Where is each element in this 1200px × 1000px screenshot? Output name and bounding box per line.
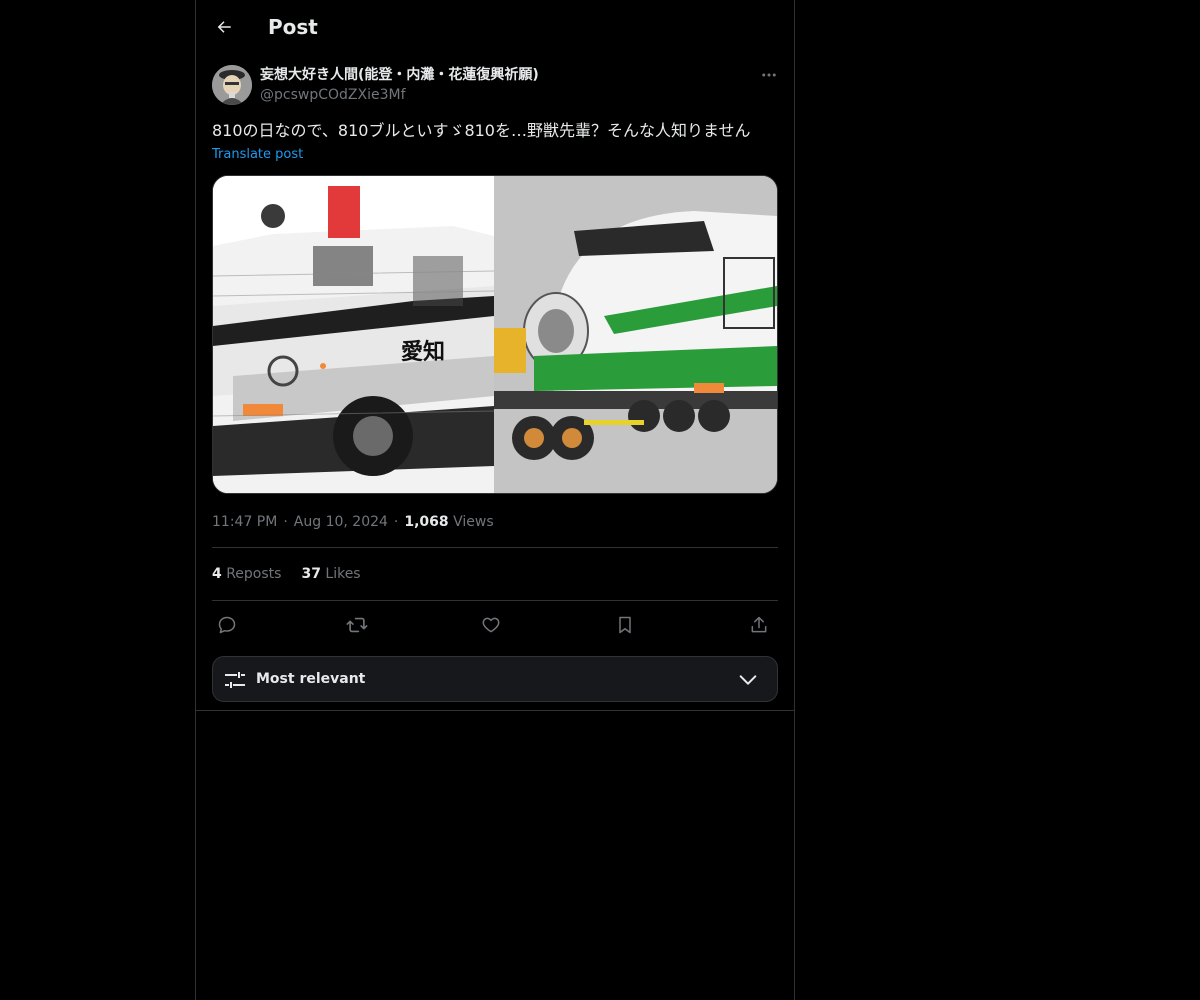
reposts-label: Reposts — [226, 566, 282, 582]
repost-button[interactable] — [344, 612, 370, 638]
share-icon — [751, 616, 767, 633]
bookmark-icon — [619, 616, 631, 634]
reply-sort-dropdown[interactable]: Most relevant — [212, 656, 778, 702]
page-header: Post — [196, 0, 794, 54]
more-options-button[interactable] — [758, 64, 780, 86]
post-actions — [212, 612, 778, 638]
reply-button[interactable] — [214, 612, 240, 638]
reposts-stat[interactable]: 4 Reposts — [212, 564, 281, 584]
likes-stat[interactable]: 37 Likes — [301, 564, 360, 584]
divider — [212, 600, 778, 601]
post-media: 愛知 — [212, 175, 778, 494]
arrow-left-icon — [217, 21, 231, 33]
post-author: 妄想大好き人間(能登・内灘・花蓮復興祈願) @pcswpCOdZXie3Mf — [212, 64, 780, 108]
share-button[interactable] — [746, 612, 772, 638]
sort-label: Most relevant — [256, 671, 366, 687]
translate-post-link[interactable]: Translate post — [212, 146, 303, 164]
like-button[interactable] — [478, 612, 504, 638]
likes-count: 37 — [301, 566, 321, 582]
bookmark-button[interactable] — [612, 612, 638, 638]
car-door-lettering: 愛知 — [401, 339, 445, 365]
post-column: Post 妄想大好き人間(能登・内灘・花蓮復興祈願) @pcswpCOdZXie… — [195, 0, 795, 1000]
sliders-icon — [225, 672, 245, 688]
author-handle[interactable]: @pcswpCOdZXie3Mf — [260, 86, 406, 104]
views-count: 1,068 — [404, 514, 449, 530]
avatar[interactable] — [212, 65, 252, 105]
post-date[interactable]: Aug 10, 2024 — [294, 514, 388, 530]
post-text: 810の日なので、810ブルといすゞ810を…野獣先輩？そんな人知りません — [212, 121, 751, 140]
section-divider — [196, 710, 794, 711]
likes-label: Likes — [325, 566, 361, 582]
post-meta: 11:47 PM · Aug 10, 2024 · 1,068 Views — [212, 514, 494, 530]
page-title: Post — [268, 15, 318, 39]
media-image-shinkansen-trailer[interactable] — [494, 176, 777, 493]
media-image-police-car[interactable]: 愛知 — [213, 176, 495, 493]
divider — [212, 547, 778, 548]
post-time[interactable]: 11:47 PM — [212, 514, 277, 530]
chevron-down-icon — [739, 675, 757, 685]
author-display-name[interactable]: 妄想大好き人間(能登・内灘・花蓮復興祈願) — [260, 66, 539, 84]
post-stats: 4 Reposts 37 Likes — [212, 564, 361, 584]
back-button[interactable] — [210, 13, 238, 41]
reply-icon — [218, 616, 236, 634]
reposts-count: 4 — [212, 566, 222, 582]
more-horizontal-icon — [762, 73, 776, 77]
views-label: Views — [453, 514, 494, 530]
heart-icon — [482, 617, 500, 633]
repost-icon — [346, 617, 368, 633]
